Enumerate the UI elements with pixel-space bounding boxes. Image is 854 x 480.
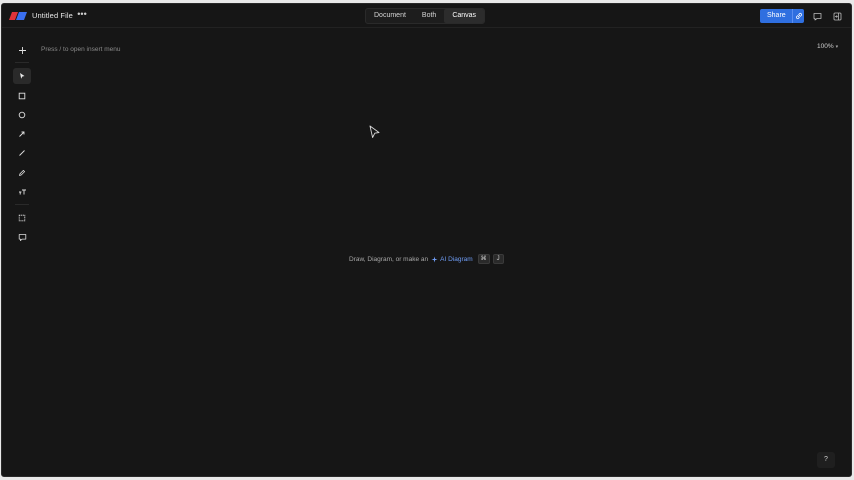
- ai-diagram-link[interactable]: AI Diagram: [431, 256, 473, 263]
- tab-document[interactable]: Document: [366, 9, 414, 23]
- center-hint-text: Draw, Diagram, or make an: [349, 255, 429, 263]
- insert-menu-hint: Press / to open insert menu: [41, 46, 121, 53]
- insert-plus-icon[interactable]: [13, 42, 31, 58]
- toolbar-divider: [15, 62, 29, 63]
- share-button-label: Share: [767, 12, 786, 19]
- line-icon[interactable]: [13, 145, 31, 161]
- toolbar-divider: [15, 204, 29, 205]
- tab-canvas[interactable]: Canvas: [444, 9, 485, 23]
- rectangle-icon[interactable]: [13, 88, 31, 104]
- ellipse-icon[interactable]: [13, 107, 31, 123]
- file-title[interactable]: Untitled File: [32, 11, 73, 20]
- text-icon[interactable]: [13, 184, 31, 200]
- top-bar: Untitled File ••• Document Both Canvas S…: [2, 4, 851, 28]
- zoom-control[interactable]: 100% ▾: [817, 43, 838, 50]
- shortcut-key-cmd: ⌘: [477, 254, 490, 264]
- app-logo-icon[interactable]: [9, 12, 27, 20]
- select-arrow-icon[interactable]: [13, 68, 31, 84]
- ai-diagram-label: AI Diagram: [440, 255, 473, 263]
- chevron-down-icon: ▾: [835, 44, 839, 50]
- comments-panel-icon[interactable]: [811, 10, 823, 22]
- sidebar-toggle-icon[interactable]: [831, 10, 843, 22]
- pencil-icon[interactable]: [13, 165, 31, 181]
- help-button[interactable]: ?: [817, 452, 835, 468]
- share-button[interactable]: Share: [760, 9, 804, 23]
- view-mode-switch: Document Both Canvas: [365, 8, 486, 24]
- comment-icon[interactable]: [13, 229, 31, 245]
- frame-icon[interactable]: [13, 210, 31, 226]
- more-options-button[interactable]: •••: [76, 9, 88, 21]
- shortcut-key-j: J: [492, 254, 504, 264]
- zoom-level: 100%: [817, 43, 834, 50]
- copy-link-icon[interactable]: [792, 9, 804, 23]
- tab-both[interactable]: Both: [414, 9, 444, 23]
- app-window: Untitled File ••• Document Both Canvas S…: [1, 3, 852, 477]
- canvas-empty-hint: Draw, Diagram, or make an AI Diagram ⌘ J: [349, 253, 504, 265]
- sparkle-icon: [431, 256, 438, 262]
- arrow-icon[interactable]: [13, 126, 31, 142]
- mouse-cursor-icon: [369, 125, 381, 139]
